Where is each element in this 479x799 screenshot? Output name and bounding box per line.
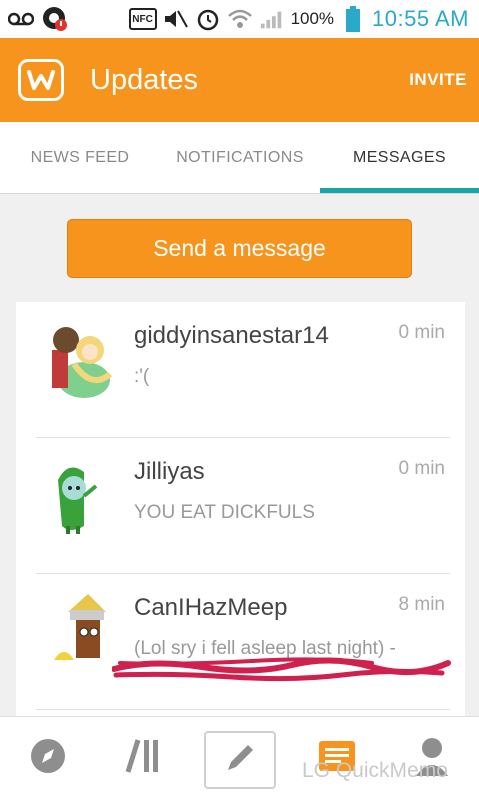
message-sender: Jilliyas bbox=[134, 458, 205, 485]
notification-alert-icon bbox=[42, 7, 68, 31]
avatar bbox=[44, 320, 120, 400]
tab-notifications[interactable]: NOTIFICATIONS bbox=[160, 122, 320, 194]
battery-percent: 100% bbox=[290, 9, 335, 28]
message-item[interactable]: giddyinsanestar14 0 min :'( bbox=[16, 302, 465, 437]
message-preview: :'( bbox=[134, 366, 150, 387]
wattpad-logo-icon[interactable] bbox=[18, 59, 64, 101]
write-button[interactable] bbox=[204, 731, 276, 789]
send-message-button[interactable]: Send a message bbox=[67, 219, 412, 278]
message-sender: giddyinsanestar14 bbox=[134, 322, 329, 349]
wifi-icon bbox=[227, 8, 253, 30]
tab-news-feed[interactable]: NEWS FEED bbox=[0, 122, 160, 194]
alarm-icon bbox=[195, 8, 221, 31]
avatar bbox=[44, 456, 120, 536]
app-bar: Updates INVITE bbox=[0, 38, 479, 122]
message-time: 0 min bbox=[398, 322, 445, 343]
tab-bar: NEWS FEED NOTIFICATIONS MESSAGES bbox=[0, 122, 479, 194]
message-item[interactable]: Jilliyas 0 min YOU EAT DICKFULS bbox=[16, 438, 465, 573]
message-time: 0 min bbox=[398, 458, 445, 479]
message-time: 8 min bbox=[398, 594, 445, 615]
message-item[interactable]: CanIHazMeep 8 min (Lol sry i fell asleep… bbox=[16, 574, 465, 709]
active-tab-indicator bbox=[320, 188, 479, 193]
profile-button[interactable] bbox=[390, 717, 474, 799]
pencil-icon bbox=[222, 740, 258, 781]
message-preview: YOU EAT DICKFULS bbox=[134, 502, 315, 523]
page-title: Updates bbox=[90, 63, 199, 96]
library-button[interactable] bbox=[102, 717, 186, 799]
library-icon bbox=[124, 736, 164, 781]
scribble-annotation bbox=[112, 657, 451, 682]
nfc-label: NFC bbox=[132, 13, 153, 25]
inbox-button[interactable] bbox=[295, 717, 379, 799]
nfc-icon: NFC bbox=[128, 8, 157, 30]
clock: 10:55 AM bbox=[372, 6, 469, 31]
status-bar: NFC 100% 10:55 AM bbox=[0, 0, 479, 38]
quickmemo-watermark: LG QuickMemo bbox=[302, 759, 448, 782]
message-sender: CanIHazMeep bbox=[134, 594, 288, 621]
battery-icon bbox=[340, 6, 366, 32]
compass-icon bbox=[29, 737, 67, 780]
divider bbox=[36, 709, 450, 710]
avatar bbox=[44, 592, 120, 672]
bottom-navigation: LG QuickMemo bbox=[0, 716, 479, 799]
tab-messages[interactable]: MESSAGES bbox=[320, 122, 479, 194]
discover-button[interactable] bbox=[6, 717, 90, 799]
invite-button[interactable]: INVITE bbox=[409, 70, 467, 90]
voicemail-icon bbox=[8, 8, 34, 30]
signal-icon bbox=[259, 8, 285, 30]
volume-muted-icon bbox=[163, 8, 189, 30]
